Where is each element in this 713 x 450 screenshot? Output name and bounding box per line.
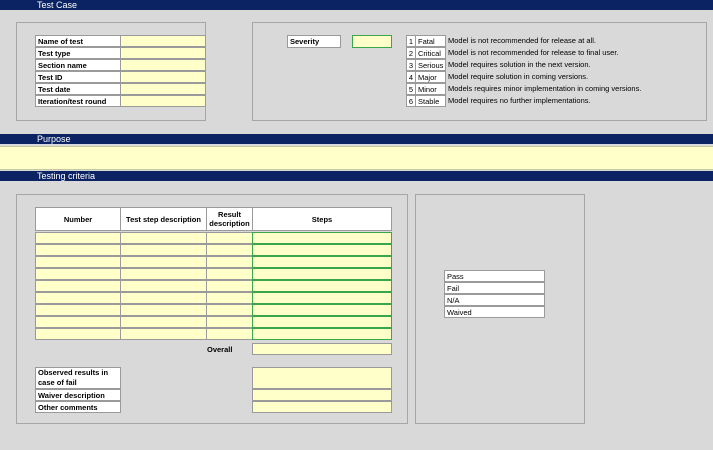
steps-cell[interactable] [252, 244, 392, 256]
observed-results-label: Observed results in case of fail [35, 367, 121, 389]
field-label: Test type [35, 47, 121, 59]
severity-level-name: Minor [415, 83, 446, 95]
result-option[interactable]: Pass [444, 270, 545, 282]
severity-input[interactable] [352, 35, 392, 48]
field-label: Section name [35, 59, 121, 71]
purpose-input[interactable] [0, 146, 713, 170]
table-cell[interactable] [206, 304, 253, 316]
table-cell[interactable] [120, 268, 207, 280]
severity-level-description: Models requires minor implementation in … [448, 84, 642, 93]
field-input[interactable] [120, 83, 206, 95]
table-cell[interactable] [35, 316, 121, 328]
field-label: Test ID [35, 71, 121, 83]
table-cell[interactable] [206, 232, 253, 244]
severity-level-description: Model is not recommended for release to … [448, 48, 619, 57]
overall-input[interactable] [252, 343, 392, 355]
result-option[interactable]: N/A [444, 294, 545, 306]
steps-cell[interactable] [252, 328, 392, 340]
table-cell[interactable] [35, 256, 121, 268]
steps-cell[interactable] [252, 256, 392, 268]
observed-results-input[interactable] [252, 367, 392, 389]
severity-label: Severity [287, 35, 341, 48]
field-label: Iteration/test round [35, 95, 121, 107]
table-cell[interactable] [206, 256, 253, 268]
col-header-test-step-description: Test step description [120, 207, 207, 231]
section-header-test-case: Test Case [0, 0, 713, 10]
steps-cell[interactable] [252, 316, 392, 328]
table-cell[interactable] [35, 280, 121, 292]
table-cell[interactable] [35, 328, 121, 340]
table-cell[interactable] [120, 304, 207, 316]
table-cell[interactable] [35, 304, 121, 316]
table-cell[interactable] [120, 328, 207, 340]
result-option[interactable]: Fail [444, 282, 545, 294]
table-cell[interactable] [35, 268, 121, 280]
field-input[interactable] [120, 95, 206, 107]
section-header-purpose: Purpose [0, 134, 713, 144]
col-header-number: Number [35, 207, 121, 231]
col-header-result-description: Result description [206, 207, 253, 231]
field-label: Name of test [35, 35, 121, 47]
table-cell[interactable] [35, 232, 121, 244]
severity-level-description: Model requires solution in the next vers… [448, 60, 591, 69]
table-cell[interactable] [35, 292, 121, 304]
severity-level-description: Model requires no further implementation… [448, 96, 591, 105]
severity-level-name: Serious [415, 59, 446, 71]
table-cell[interactable] [120, 244, 207, 256]
result-option[interactable]: Waived [444, 306, 545, 318]
severity-level-description: Model require solution in coming version… [448, 72, 589, 81]
field-input[interactable] [120, 47, 206, 59]
table-cell[interactable] [206, 244, 253, 256]
severity-level-name: Stable [415, 95, 446, 107]
severity-level-name: Critical [415, 47, 446, 59]
steps-cell[interactable] [252, 232, 392, 244]
other-comments-label: Other comments [35, 401, 121, 413]
steps-cell[interactable] [252, 268, 392, 280]
severity-level-name: Fatal [415, 35, 446, 47]
table-cell[interactable] [120, 292, 207, 304]
table-cell[interactable] [206, 268, 253, 280]
steps-cell[interactable] [252, 292, 392, 304]
table-cell[interactable] [120, 316, 207, 328]
waiver-description-input[interactable] [252, 389, 392, 401]
table-cell[interactable] [206, 328, 253, 340]
table-cell[interactable] [35, 244, 121, 256]
table-cell[interactable] [206, 292, 253, 304]
field-label: Test date [35, 83, 121, 95]
field-input[interactable] [120, 59, 206, 71]
severity-level-description: Model is not recommended for release at … [448, 36, 596, 45]
overall-label: Overall [207, 345, 233, 354]
table-cell[interactable] [206, 316, 253, 328]
field-input[interactable] [120, 71, 206, 83]
waiver-description-label: Waiver description [35, 389, 121, 401]
severity-level-name: Major [415, 71, 446, 83]
col-header-steps: Steps [252, 207, 392, 231]
table-cell[interactable] [120, 232, 207, 244]
other-comments-input[interactable] [252, 401, 392, 413]
table-cell[interactable] [120, 256, 207, 268]
field-input[interactable] [120, 35, 206, 47]
steps-cell[interactable] [252, 304, 392, 316]
steps-cell[interactable] [252, 280, 392, 292]
section-header-testing-criteria: Testing criteria [0, 171, 713, 181]
table-cell[interactable] [120, 280, 207, 292]
table-cell[interactable] [206, 280, 253, 292]
